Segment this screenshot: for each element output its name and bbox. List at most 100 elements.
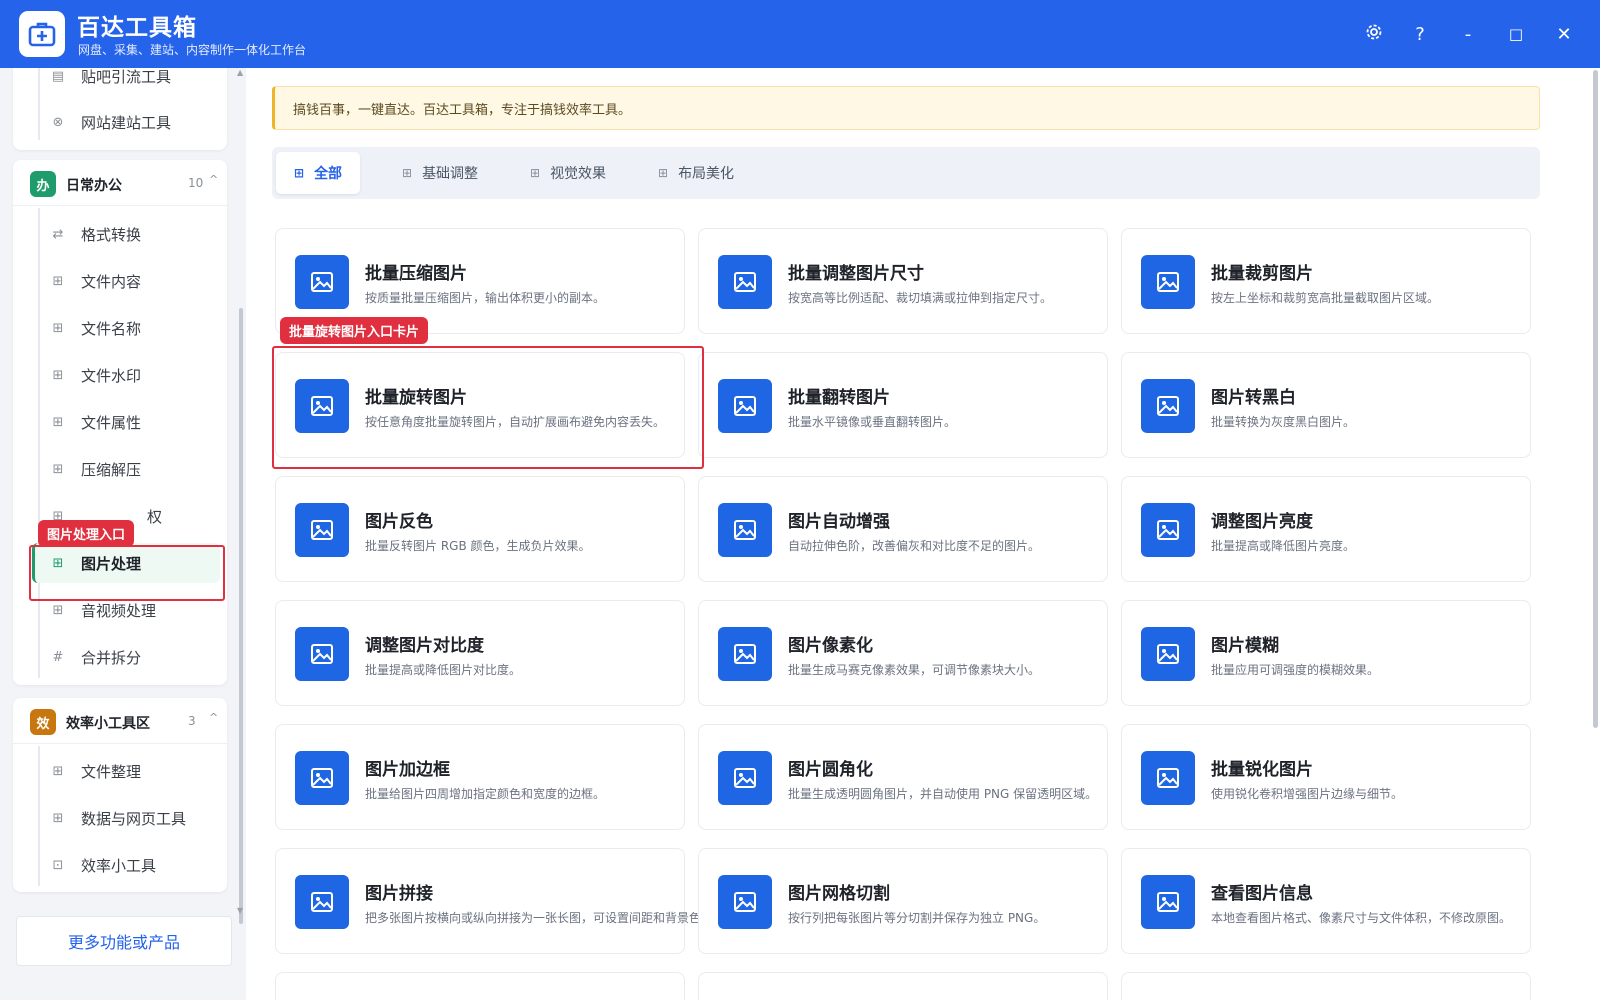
notice-banner: 搞钱百事，一键直达。百达工具箱，专注于搞钱效率工具。 bbox=[272, 86, 1540, 130]
sidebar-item-label: 图片处理 bbox=[81, 554, 142, 573]
tool-card-partial[interactable] bbox=[698, 972, 1108, 1000]
grid-icon: ⊞ bbox=[52, 273, 64, 289]
tool-card-description: 批量水平镜像或垂直翻转图片。 bbox=[788, 415, 957, 429]
sidebar-item-compress[interactable]: ⊞ 压缩解压 bbox=[32, 449, 220, 489]
image-icon bbox=[718, 875, 772, 929]
image-icon bbox=[718, 255, 772, 309]
sidebar-item-image-processing[interactable]: ⊞ 图片处理 bbox=[32, 543, 220, 583]
grid-icon: ⊞ bbox=[658, 166, 669, 180]
tool-card[interactable]: 调整图片亮度 批量提高或降低图片亮度。 bbox=[1121, 476, 1531, 582]
image-icon bbox=[718, 503, 772, 557]
tool-card-description: 使用锐化卷积增强图片边缘与细节。 bbox=[1211, 787, 1404, 801]
tool-card-partial[interactable] bbox=[275, 972, 685, 1000]
sidebar-item-merge-split[interactable]: # 合并拆分 bbox=[32, 637, 220, 677]
tool-card[interactable]: 调整图片对比度 批量提高或降低图片对比度。 bbox=[275, 600, 685, 706]
tool-card-description: 按宽高等比例适配、裁切填满或拉伸到指定尺寸。 bbox=[788, 291, 1053, 305]
sidebar-item-label: 文件名称 bbox=[81, 319, 142, 338]
image-icon bbox=[295, 503, 349, 557]
grid-icon: ⊞ bbox=[402, 166, 413, 180]
tool-card[interactable]: 批量旋转图片 按任意角度批量旋转图片，自动扩展画布避免内容丢失。 bbox=[275, 352, 685, 458]
maximize-button[interactable]: □ bbox=[1502, 20, 1530, 48]
tool-card-title: 图片网格切割 bbox=[788, 884, 890, 904]
tab-visual-effects[interactable]: ⊞ 视觉效果 bbox=[512, 152, 624, 194]
tool-card-title: 批量锐化图片 bbox=[1211, 760, 1313, 780]
app-subtitle: 网盘、采集、建站、内容制作一体化工作台 bbox=[78, 43, 307, 57]
tool-card[interactable]: 图片模糊 批量应用可调强度的模糊效果。 bbox=[1121, 600, 1531, 706]
sidebar-item-file-organize[interactable]: ⊞ 文件整理 bbox=[32, 751, 220, 791]
collapse-caret-icon[interactable]: ^ bbox=[209, 173, 218, 186]
tab-basic-adjust[interactable]: ⊞ 基础调整 bbox=[384, 152, 496, 194]
tool-card[interactable]: 图片加边框 批量给图片四周增加指定颜色和宽度的边框。 bbox=[275, 724, 685, 830]
tool-card[interactable]: 批量调整图片尺寸 按宽高等比例适配、裁切填满或拉伸到指定尺寸。 bbox=[698, 228, 1108, 334]
scroll-up-arrow-icon[interactable]: ▲ bbox=[237, 68, 243, 77]
settings-button[interactable] bbox=[1360, 20, 1388, 48]
main-scrollbar[interactable] bbox=[1593, 70, 1598, 728]
tool-card[interactable]: 批量翻转图片 批量水平镜像或垂直翻转图片。 bbox=[698, 352, 1108, 458]
sidebar-scrollbar[interactable] bbox=[239, 308, 243, 924]
sidebar-item-label: 文件内容 bbox=[81, 272, 142, 291]
tool-card[interactable]: 图片转黑白批量转换为灰度黑白图片。 bbox=[1121, 352, 1531, 458]
sidebar-item-label: 文件整理 bbox=[81, 762, 142, 781]
category-tabs: ⊞ 全部 ⊞ 基础调整 ⊞ 视觉效果 ⊞ 布局美化 bbox=[272, 147, 1540, 199]
tool-card-title: 图片加边框 bbox=[365, 760, 450, 780]
image-icon bbox=[718, 627, 772, 681]
sidebar-item-tieba[interactable]: ▤ 贴吧引流工具 bbox=[32, 68, 220, 96]
tool-card-title: 图片拼接 bbox=[365, 884, 433, 904]
sidebar-item-website[interactable]: ⊗ 网站建站工具 bbox=[32, 102, 220, 142]
more-features-button[interactable]: 更多功能或产品 bbox=[16, 916, 232, 966]
office-group-count: 10 bbox=[188, 176, 204, 190]
tool-card-description: 批量生成透明圆角图片，并自动使用 PNG 保留透明区域。 bbox=[788, 787, 1098, 801]
tab-layout-beautify[interactable]: ⊞ 布局美化 bbox=[640, 152, 752, 194]
tool-card-title: 批量压缩图片 bbox=[365, 264, 467, 284]
tool-card[interactable]: 图片自动增强 自动拉伸色阶，改善偏灰和对比度不足的图片。 bbox=[698, 476, 1108, 582]
toolbox-logo-icon bbox=[19, 11, 65, 57]
sidebar-item-efficiency-tools[interactable]: ⊡ 效率小工具 bbox=[32, 845, 220, 885]
sidebar-item-label: 合并拆分 bbox=[81, 648, 142, 667]
title-bar: 百达工具箱 网盘、采集、建站、内容制作一体化工作台 ? - □ ✕ bbox=[0, 0, 1600, 68]
gear-icon bbox=[1365, 23, 1383, 46]
tab-label: 全部 bbox=[314, 166, 343, 182]
sidebar-item-label: 贴吧引流工具 bbox=[81, 68, 172, 86]
efficiency-group-header[interactable]: 效 效率小工具区 3 ^ bbox=[13, 698, 227, 744]
tool-card[interactable]: 批量锐化图片使用锐化卷积增强图片边缘与细节。 bbox=[1121, 724, 1531, 830]
hash-icon: # bbox=[52, 649, 64, 665]
tool-card[interactable]: 图片像素化 批量生成马赛克像素效果，可调节像素块大小。 bbox=[698, 600, 1108, 706]
tool-card-title: 图片像素化 bbox=[788, 636, 873, 656]
office-group-badge: 办 bbox=[30, 171, 56, 197]
sidebar-item-file-name[interactable]: ⊞ 文件名称 bbox=[32, 308, 220, 348]
tab-label: 视觉效果 bbox=[550, 166, 607, 182]
sidebar-item-format-convert[interactable]: ⇄ 格式转换 bbox=[32, 214, 220, 254]
sidebar-item-watermark[interactable]: ⊞ 文件水印 bbox=[32, 355, 220, 395]
tool-card-title: 图片转黑白 bbox=[1211, 388, 1296, 408]
sidebar-item-label: 文件属性 bbox=[81, 413, 142, 432]
tool-card[interactable]: 图片网格切割 按行列把每张图片等分切割并保存为独立 PNG。 bbox=[698, 848, 1108, 954]
tool-card[interactable]: 图片反色 批量反转图片 RGB 颜色，生成负片效果。 bbox=[275, 476, 685, 582]
tool-card-partial[interactable] bbox=[1121, 972, 1531, 1000]
tool-card[interactable]: 查看图片信息 本地查看图片格式、像素尺寸与文件体积，不修改原图。 bbox=[1121, 848, 1531, 954]
sidebar-item-label: 网站建站工具 bbox=[81, 113, 172, 132]
tool-card[interactable]: 图片拼接 把多张图片按横向或纵向拼接为一张长图，可设置间距和背景色。 bbox=[275, 848, 713, 954]
grid-icon: ⊞ bbox=[52, 555, 64, 571]
sidebar-item-audio-video[interactable]: ⊞ 音视频处理 bbox=[32, 590, 220, 630]
minimize-button[interactable]: - bbox=[1454, 20, 1482, 48]
close-button[interactable]: ✕ bbox=[1550, 20, 1578, 48]
tool-card-description: 批量反转图片 RGB 颜色，生成负片效果。 bbox=[365, 539, 591, 553]
tab-all[interactable]: ⊞ 全部 bbox=[276, 152, 361, 194]
sidebar-item-data-web-tools[interactable]: ⊞ 数据与网页工具 bbox=[32, 798, 220, 838]
tool-card-title: 批量旋转图片 bbox=[365, 388, 467, 408]
sidebar-item-file-content[interactable]: ⊞ 文件内容 bbox=[32, 261, 220, 301]
tool-card[interactable]: 图片圆角化 批量生成透明圆角图片，并自动使用 PNG 保留透明区域。 bbox=[698, 724, 1108, 830]
image-icon bbox=[1141, 503, 1195, 557]
tab-label: 基础调整 bbox=[422, 166, 479, 182]
image-icon bbox=[295, 875, 349, 929]
main-content: 搞钱百事，一键直达。百达工具箱，专注于搞钱效率工具。 ⊞ 全部 ⊞ 基础调整 ⊞ 视觉… bbox=[246, 68, 1600, 1000]
sidebar-item-file-attributes[interactable]: ⊞ 文件属性 bbox=[32, 402, 220, 442]
image-icon bbox=[718, 751, 772, 805]
collapse-caret-icon[interactable]: ^ bbox=[209, 711, 218, 724]
help-button[interactable]: ? bbox=[1406, 20, 1434, 48]
tool-card[interactable]: 批量裁剪图片 按左上坐标和裁剪宽高批量截取图片区域。 bbox=[1121, 228, 1531, 334]
scroll-down-arrow-icon[interactable]: ▼ bbox=[237, 906, 243, 915]
office-group-header[interactable]: 办 日常办公 10 ^ bbox=[13, 160, 227, 206]
sidebar-item-label: 数据与网页工具 bbox=[81, 809, 187, 828]
tool-card-description: 批量转换为灰度黑白图片。 bbox=[1211, 415, 1356, 429]
